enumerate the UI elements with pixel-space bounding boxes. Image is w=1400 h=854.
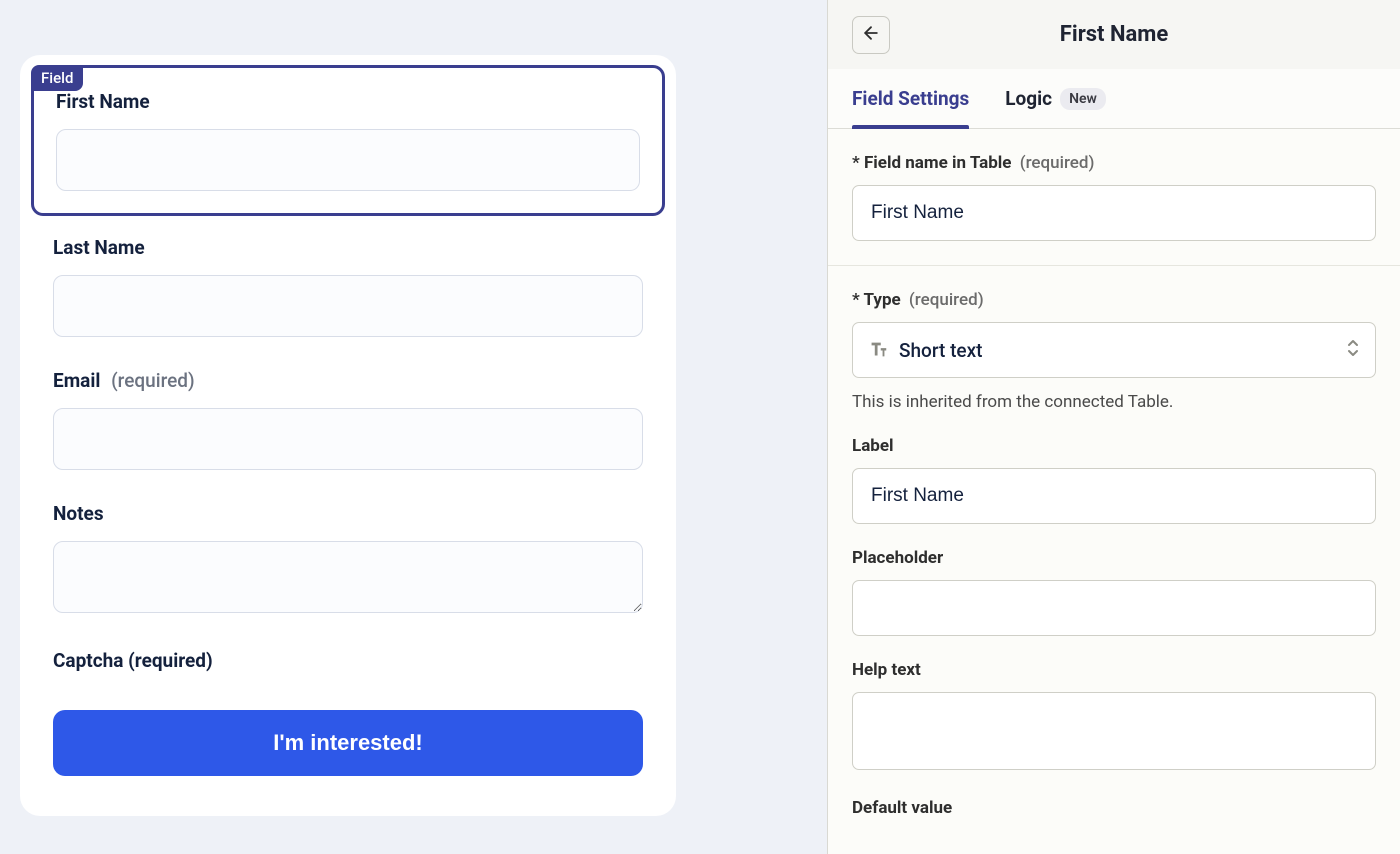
setting-label: Placeholder: [852, 548, 1376, 568]
field-label: Last Name: [53, 236, 643, 259]
setting-label-text: * Type: [852, 290, 901, 310]
setting-label: * Field name in Table (required): [852, 153, 1376, 173]
settings-tabs: Field Settings Logic New: [828, 69, 1400, 129]
helptext-input[interactable]: [852, 692, 1376, 770]
setting-label-field: Label: [828, 422, 1400, 534]
field-name-input[interactable]: [852, 185, 1376, 241]
tab-field-settings[interactable]: Field Settings: [852, 69, 969, 128]
required-indicator: (required): [111, 369, 195, 392]
setting-label: Default value: [852, 798, 1376, 818]
form-field-email[interactable]: Email (required): [53, 369, 643, 470]
type-value: Short text: [899, 339, 982, 362]
setting-label: Label: [852, 436, 1376, 456]
tab-logic-label: Logic: [1005, 87, 1052, 110]
panel-title: First Name: [828, 22, 1400, 47]
new-badge: New: [1060, 88, 1106, 110]
settings-scroll: * Field name in Table (required) * Type …: [828, 129, 1400, 854]
setting-helptext: Help text: [828, 646, 1400, 784]
text-type-icon: [867, 339, 889, 361]
captcha-label: Captcha (required): [53, 649, 643, 672]
field-label: First Name: [56, 90, 640, 113]
label-input[interactable]: [852, 468, 1376, 524]
chevron-up-down-icon: [1345, 338, 1361, 362]
first-name-input[interactable]: [56, 129, 640, 191]
type-select[interactable]: Short text: [852, 322, 1376, 378]
tab-logic[interactable]: Logic New: [1005, 69, 1106, 128]
setting-label: * Type (required): [852, 290, 1376, 310]
field-tag-badge: Field: [31, 65, 83, 91]
form-field-notes[interactable]: Notes: [53, 502, 643, 617]
setting-placeholder: Placeholder: [828, 534, 1400, 646]
setting-field-name: * Field name in Table (required): [828, 129, 1400, 266]
last-name-input[interactable]: [53, 275, 643, 337]
setting-default-value: Default value: [828, 784, 1400, 818]
panel-header: First Name: [828, 0, 1400, 69]
setting-label-text: * Field name in Table: [852, 153, 1011, 173]
form-card: Field First Name Last Name Email (requir…: [20, 55, 676, 816]
required-note: (required): [1020, 153, 1095, 173]
notes-input[interactable]: [53, 541, 643, 613]
type-help-text: This is inherited from the connected Tab…: [852, 392, 1376, 412]
submit-button[interactable]: I'm interested!: [53, 710, 643, 776]
setting-type: * Type (required) Short text This is inh…: [828, 266, 1400, 422]
arrow-left-icon: [861, 23, 881, 46]
settings-panel: First Name Field Settings Logic New * Fi…: [827, 0, 1400, 854]
setting-label: Help text: [852, 660, 1376, 680]
back-button[interactable]: [852, 16, 890, 54]
form-preview-area: Field First Name Last Name Email (requir…: [0, 0, 827, 854]
field-label-text: Email: [53, 369, 100, 392]
placeholder-input[interactable]: [852, 580, 1376, 636]
email-input[interactable]: [53, 408, 643, 470]
form-field-last-name[interactable]: Last Name: [53, 236, 643, 337]
required-note: (required): [909, 290, 984, 310]
field-label: Email (required): [53, 369, 643, 392]
field-label: Notes: [53, 502, 643, 525]
form-field-first-name[interactable]: Field First Name: [31, 65, 665, 216]
